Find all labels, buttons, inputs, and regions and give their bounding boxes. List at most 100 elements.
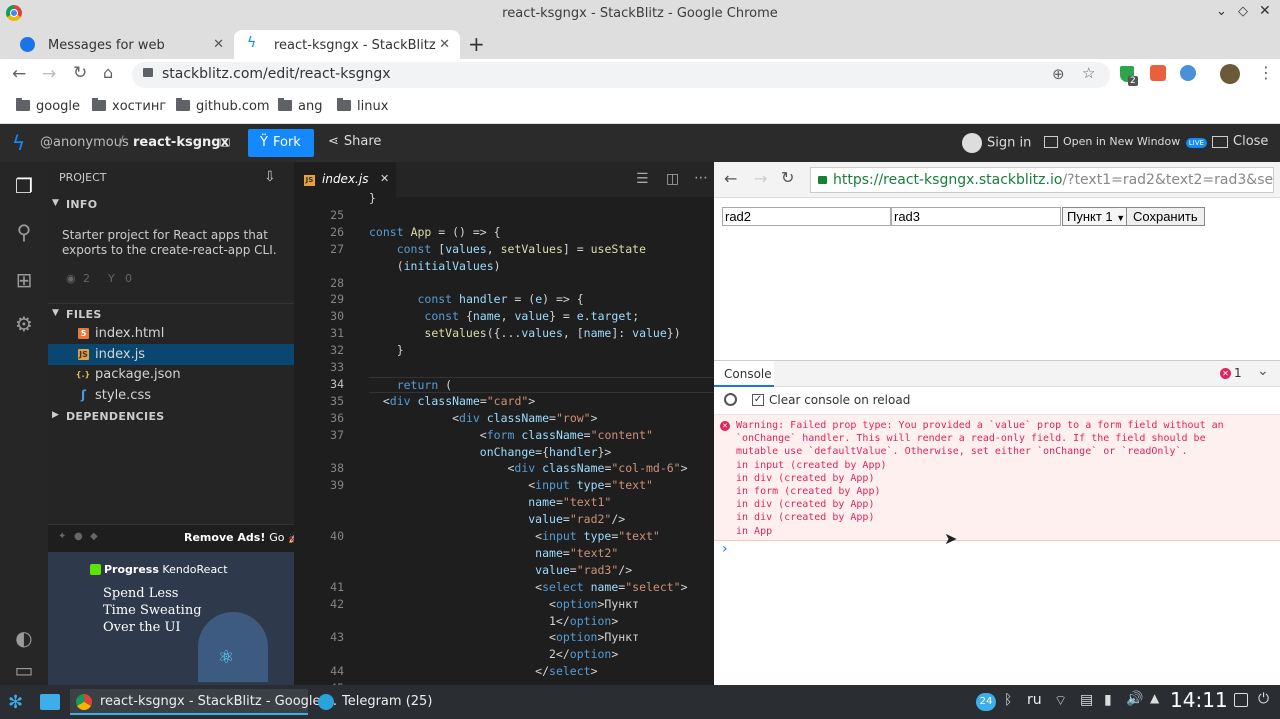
forward-icon[interactable]: → [42,64,56,84]
task-chrome[interactable]: react-ksgngx - StackBlitz - Google ... [70,689,337,715]
code-line[interactable]: return ( [369,376,714,393]
code-line[interactable]: } [369,191,376,205]
code-line[interactable]: } [369,343,404,357]
menu-icon[interactable]: ⋮ [1258,63,1274,82]
code-line[interactable]: <option>Пункт [369,597,639,611]
bookmark-google[interactable]: google [16,98,80,114]
discord-icon[interactable]: ◆ [90,531,98,542]
code-line[interactable]: setValues({...values, [name]: value}) [369,326,680,340]
close-button[interactable]: Close [1212,134,1268,149]
file-package-json[interactable]: {.} package.json [48,364,294,385]
clock[interactable]: 14:11 [1170,688,1228,712]
code-line[interactable]: <div className="row"> [369,411,597,425]
code-line[interactable]: </select> [369,664,597,678]
code-line[interactable]: onChange={handler}> [369,445,612,459]
notification-badge[interactable]: 24 [976,693,996,711]
ad-banner[interactable]: Progress KendoReact Spend Less Time Swea… [48,552,294,685]
close-icon[interactable]: ✕ [439,37,450,52]
code-line[interactable]: name="text2" [369,546,618,560]
home-icon[interactable]: ⌂ [103,63,113,82]
close-icon[interactable]: ✕ [380,172,389,185]
bookmark-hosting[interactable]: хостинг [92,98,166,114]
add-icon[interactable]: ⊕ [1052,65,1065,83]
file-manager-icon[interactable] [40,694,60,710]
battery-icon[interactable]: ▮ [1104,692,1112,708]
extensions-icon[interactable]: ⊞ [12,268,36,292]
save-button[interactable]: Сохранить [1126,207,1205,226]
remove-ads-link[interactable]: Remove Ads! Go 🚀 [184,531,302,544]
stackblitz-logo-icon[interactable]: ϟ [12,131,25,155]
volume-icon[interactable]: 🔊 [1126,691,1143,707]
code-line[interactable]: <select name="select"> [369,580,687,594]
gear-icon[interactable]: ⚙ [12,312,36,336]
diamond-icon[interactable]: ◇ [1238,4,1248,19]
bookmark-linux[interactable]: linux [337,98,388,114]
file-index-html[interactable]: 5 index.html [48,323,294,344]
bluetooth-icon[interactable]: ᛒ [1004,692,1012,708]
chevron-down-icon[interactable]: ⌄ [1216,4,1227,19]
code-line[interactable]: const handler = (e) => { [369,292,583,306]
option-select[interactable]: Пункт 1 ▼ [1062,207,1131,226]
more-icon[interactable]: ⋯ [694,170,708,186]
address-bar[interactable]: stackblitz.com/edit/react-ksgngx ⊕ ☆ [132,62,1110,88]
code-line[interactable]: value="rad2"/> [369,512,625,526]
clear-on-reload-checkbox[interactable]: ✓ [752,394,764,406]
code-line[interactable]: <div className="card"> [369,394,535,408]
code-line[interactable]: value="rad3"/> [369,563,632,577]
panel-icon[interactable]: ▭ [12,658,36,682]
lock-icon[interactable] [220,138,230,147]
console-prompt[interactable]: › [722,541,728,557]
github-icon[interactable]: ● [74,531,83,542]
new-tab-icon[interactable]: + [468,32,485,56]
forward-icon[interactable]: → [754,169,767,188]
code-line[interactable]: <input type="text" [369,478,653,492]
share-button[interactable]: ⋖ Share [328,134,381,149]
menu-lines-icon[interactable]: ☰ [636,171,649,187]
task-telegram[interactable]: Telegram (25) [312,689,452,715]
extension-icon[interactable] [1150,65,1166,81]
tray-expand-icon[interactable]: ▲ [1150,691,1159,705]
info-section-header[interactable]: ▼ INFO [48,194,294,216]
text1-input[interactable] [722,207,891,226]
theme-toggle-icon[interactable]: ◐ [12,626,36,650]
preview-url-bar[interactable]: https://react-ksgngx.stackblitz.io/?text… [810,167,1274,193]
code-line[interactable]: 1</option> [369,614,618,628]
text2-input[interactable] [891,207,1061,226]
reload-icon[interactable]: ↻ [73,63,87,83]
clear-console-icon[interactable] [724,393,737,406]
close-icon[interactable]: ✕ [1259,3,1271,19]
signin-button[interactable]: Sign in [962,133,1031,153]
code-line[interactable]: 2</option> [369,647,618,661]
file-index-js[interactable]: JS index.js [48,344,294,365]
back-icon[interactable]: ← [12,64,26,84]
code-editor[interactable]: JS index.js ✕ ☰ ◫ ⋯ } 25 26 const App = () … [294,162,714,685]
clipboard-icon[interactable]: ▤ [1080,692,1093,708]
files-icon[interactable]: ❐ [12,174,36,198]
project-name[interactable]: react-ksgngx [133,135,229,150]
search-icon[interactable]: ⚲ [12,220,36,244]
code-line[interactable]: <option>Пункт [369,630,639,644]
code-line[interactable]: <input type="text" [369,529,660,543]
show-desktop-icon[interactable] [1234,693,1248,707]
twitter-icon[interactable]: ✦ [58,531,66,542]
code-line[interactable]: <form className="content" [369,428,653,442]
split-editor-icon[interactable]: ◫ [666,171,679,187]
tab-stackblitz[interactable]: ϟ react-ksgngx - StackBlitz ✕ [234,30,460,59]
tab-messages[interactable]: Messages for web ✕ [8,30,234,59]
download-icon[interactable]: ⇩ [264,169,276,185]
extension-icon[interactable] [1180,65,1196,81]
keyboard-layout[interactable]: ru [1027,692,1042,708]
code-line[interactable]: (initialValues) [369,259,501,273]
code-line[interactable]: name="text1" [369,495,611,509]
close-icon[interactable]: ✕ [213,37,224,52]
wifi-icon[interactable]: ⌔ [1054,692,1067,710]
reload-icon[interactable]: ↻ [781,168,794,187]
console-tab[interactable]: Console [714,361,774,387]
code-line[interactable]: <div className="col-md-6"> [369,461,687,475]
code-line[interactable]: const App = () => { [369,225,501,239]
bookmark-github[interactable]: github.com [176,98,270,114]
editor-tab-index-js[interactable]: JS index.js ✕ [294,162,396,197]
chevron-down-icon[interactable]: ⌄ [1257,363,1269,379]
code-line[interactable]: const [values, setValues] = useState [369,242,646,256]
back-icon[interactable]: ← [724,169,737,188]
